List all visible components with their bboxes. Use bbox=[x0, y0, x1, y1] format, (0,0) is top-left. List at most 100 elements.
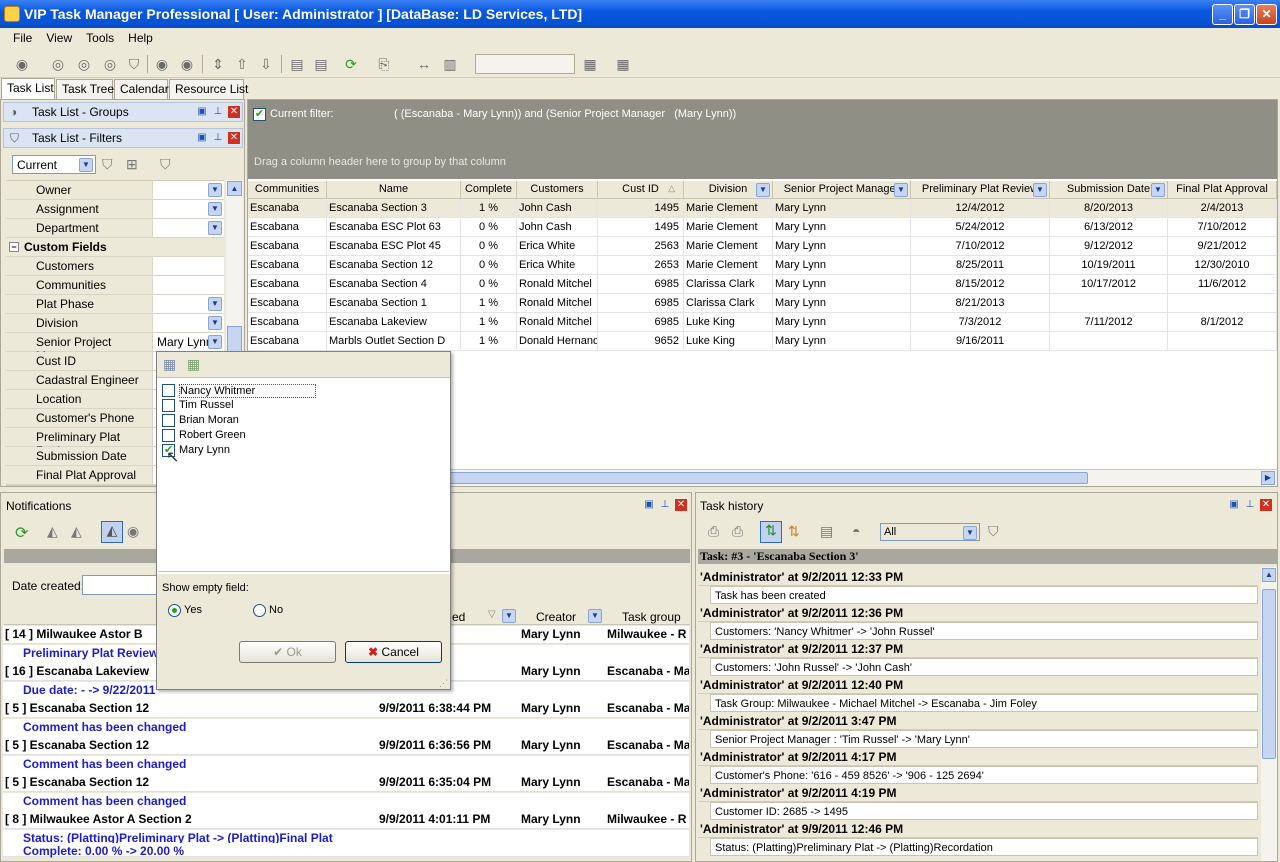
chevron-down-icon[interactable]: ▼ bbox=[208, 221, 222, 235]
filter-clear-icon[interactable]: ⛉ bbox=[988, 523, 999, 540]
property-value[interactable] bbox=[154, 257, 224, 275]
property-row[interactable]: Plat Phase ▼ bbox=[6, 295, 224, 314]
move-up-icon[interactable]: ⇧ bbox=[232, 54, 252, 74]
property-value[interactable]: ▼ bbox=[154, 200, 224, 218]
pin-icon[interactable]: ⊥ bbox=[659, 499, 671, 511]
tab-calendar[interactable]: Calendar bbox=[114, 79, 169, 99]
menu-tools[interactable]: Tools bbox=[79, 31, 121, 45]
restore-icon[interactable]: ▣ bbox=[196, 106, 208, 118]
pin-icon[interactable]: ⊥ bbox=[212, 106, 224, 118]
user-icon[interactable]: ◓ bbox=[852, 523, 860, 539]
column-header[interactable]: Cust ID △ bbox=[598, 181, 684, 199]
chevron-down-icon[interactable]: ▼ bbox=[756, 183, 770, 197]
table-row[interactable]: Escabana Escanaba Lakeview 1 % Ronald Mitch… bbox=[248, 313, 1277, 332]
move-up-down-icon[interactable]: ⇕ bbox=[208, 54, 228, 74]
print-icon[interactable]: ⎙ bbox=[708, 523, 719, 540]
menu-help[interactable]: Help bbox=[121, 31, 160, 45]
table-row[interactable]: Escabana Escanaba Section 12 0 % Erica Whit… bbox=[248, 256, 1277, 275]
maximize-button[interactable]: ❐ bbox=[1234, 4, 1255, 25]
tab-task-list[interactable]: Task List bbox=[1, 78, 55, 99]
property-row[interactable]: Owner ▼ bbox=[6, 181, 224, 200]
send-icon[interactable]: ⎘ bbox=[374, 54, 394, 74]
columns-icon[interactable]: ▤ bbox=[820, 523, 833, 540]
property-value[interactable]: ▼ bbox=[154, 181, 224, 199]
property-row[interactable]: Division ▼ bbox=[6, 314, 224, 333]
table-row[interactable]: Escabana Escanaba ESC Plot 63 0 % John Cash… bbox=[248, 218, 1277, 237]
checkbox[interactable] bbox=[162, 429, 175, 442]
notification-row[interactable]: [ 5 ] Escanaba Section 12 9/9/2011 6:38:4… bbox=[3, 700, 689, 718]
pin-icon[interactable]: ⊥ bbox=[1244, 499, 1256, 511]
indent-icon[interactable]: ▤ bbox=[287, 54, 307, 74]
move-down-icon[interactable]: ⇩ bbox=[256, 54, 276, 74]
deselect-all-icon[interactable]: ▦ bbox=[187, 356, 200, 373]
column-header[interactable]: Customers bbox=[517, 181, 598, 199]
chevron-down-icon[interactable]: ▼ bbox=[208, 202, 222, 216]
column-header[interactable]: Preliminary Plat Review ▼ bbox=[911, 181, 1050, 199]
column-header[interactable]: Name bbox=[327, 181, 461, 199]
table-row[interactable]: Escabana Escanaba ESC Plot 45 0 % Erica Whi… bbox=[248, 237, 1277, 256]
chevron-down-icon[interactable]: ▼ bbox=[208, 316, 222, 330]
property-value[interactable]: ▼ bbox=[154, 295, 224, 313]
sort-ascending-icon[interactable]: ⇅ bbox=[760, 521, 782, 543]
close-icon[interactable]: ✕ bbox=[228, 132, 240, 144]
property-value[interactable]: ▼ bbox=[154, 314, 224, 332]
property-row[interactable]: Communities bbox=[6, 276, 224, 295]
table-row[interactable]: Escanaba Escanaba Section 31 % John Cash 14… bbox=[248, 199, 1277, 218]
checkbox[interactable] bbox=[162, 384, 175, 397]
read-icon[interactable]: ◭ bbox=[47, 523, 58, 540]
column-header[interactable]: Communities bbox=[248, 181, 327, 199]
restore-icon[interactable]: ▣ bbox=[1228, 499, 1240, 511]
history-filter-select[interactable]: All ▼ bbox=[880, 523, 980, 541]
unread-icon[interactable]: ◭ bbox=[71, 523, 82, 540]
menu-view[interactable]: View bbox=[39, 31, 79, 45]
fit-width-icon[interactable]: ↔ bbox=[414, 54, 434, 74]
empty-yes-radio[interactable] bbox=[168, 604, 181, 617]
chevron-down-icon[interactable]: ▼ bbox=[208, 183, 222, 197]
chevron-down-icon[interactable]: ▼ bbox=[502, 609, 516, 623]
refresh-icon[interactable]: ⟳ bbox=[15, 523, 28, 543]
close-icon[interactable]: ✕ bbox=[228, 106, 240, 118]
property-value[interactable] bbox=[154, 276, 224, 294]
filter-mine-icon[interactable]: ◭ bbox=[101, 521, 123, 543]
history-scrollbar[interactable]: ▲ bbox=[1261, 567, 1277, 861]
notification-row[interactable]: [ 5 ] Escanaba Section 12 9/9/2011 6:35:0… bbox=[3, 774, 689, 792]
empty-no-radio[interactable] bbox=[253, 604, 266, 617]
export-icon[interactable]: ▦ bbox=[613, 54, 633, 74]
table-row[interactable]: Escabana Marbls Outlet Section D1 % Donald… bbox=[248, 332, 1277, 351]
close-button[interactable]: ✕ bbox=[1256, 4, 1277, 25]
column-header[interactable]: Final Plat Approval bbox=[1168, 181, 1277, 199]
chevron-down-icon[interactable]: ▼ bbox=[588, 609, 602, 623]
attach-icon[interactable]: ◉ bbox=[152, 54, 172, 74]
restore-icon[interactable]: ▣ bbox=[196, 132, 208, 144]
table-row[interactable]: Escabana Escanaba Section 40 % Ronald Mitc… bbox=[248, 275, 1277, 294]
close-icon[interactable]: ✕ bbox=[675, 499, 687, 511]
column-header[interactable]: Complete bbox=[461, 181, 517, 199]
notification-row[interactable]: [ 5 ] Escanaba Section 12 9/9/2011 6:36:5… bbox=[3, 737, 689, 755]
chevron-down-icon[interactable]: ▼ bbox=[1151, 183, 1165, 197]
edit-task-icon[interactable]: ◎ bbox=[48, 54, 68, 74]
filter-checkbox[interactable]: ✔ bbox=[253, 108, 266, 121]
property-row[interactable]: − Custom Fields bbox=[6, 238, 224, 257]
restore-icon[interactable]: ▣ bbox=[643, 499, 655, 511]
property-value[interactable]: ▼ bbox=[154, 219, 224, 237]
refresh-icon[interactable]: ⟳ bbox=[341, 54, 361, 74]
property-row[interactable]: Senior Project ManagerMary Lynn▼ bbox=[6, 333, 224, 363]
zoom-select[interactable] bbox=[475, 54, 575, 74]
tab-task-tree[interactable]: Task Tree bbox=[56, 79, 114, 99]
outdent-icon[interactable]: ▤ bbox=[311, 54, 331, 74]
chevron-down-icon[interactable]: ▼ bbox=[894, 183, 908, 197]
filter-all-icon[interactable]: ◉ bbox=[127, 523, 139, 540]
cancel-button[interactable]: ✖ Cancel bbox=[345, 641, 442, 663]
delete-task-icon[interactable]: ◎ bbox=[100, 54, 120, 74]
chevron-down-icon[interactable]: ▼ bbox=[208, 297, 222, 311]
sort-descending-icon[interactable]: ⇅ bbox=[788, 523, 800, 540]
new-task-icon[interactable]: ◉ bbox=[12, 54, 32, 74]
comment-icon[interactable]: ◉ bbox=[177, 54, 197, 74]
menu-file[interactable]: File bbox=[6, 31, 39, 45]
filter-edit-icon[interactable]: ⊞ bbox=[126, 156, 138, 173]
property-row[interactable]: Assignment ▼ bbox=[6, 200, 224, 219]
column-header[interactable]: Senior Project Manager ▼ bbox=[773, 181, 911, 199]
collapse-icon[interactable]: − bbox=[9, 242, 19, 252]
filter-select[interactable]: Current ▼ bbox=[12, 155, 96, 174]
table-row[interactable]: Escabana Escanaba Section 11 % Ronald Mitc… bbox=[248, 294, 1277, 313]
